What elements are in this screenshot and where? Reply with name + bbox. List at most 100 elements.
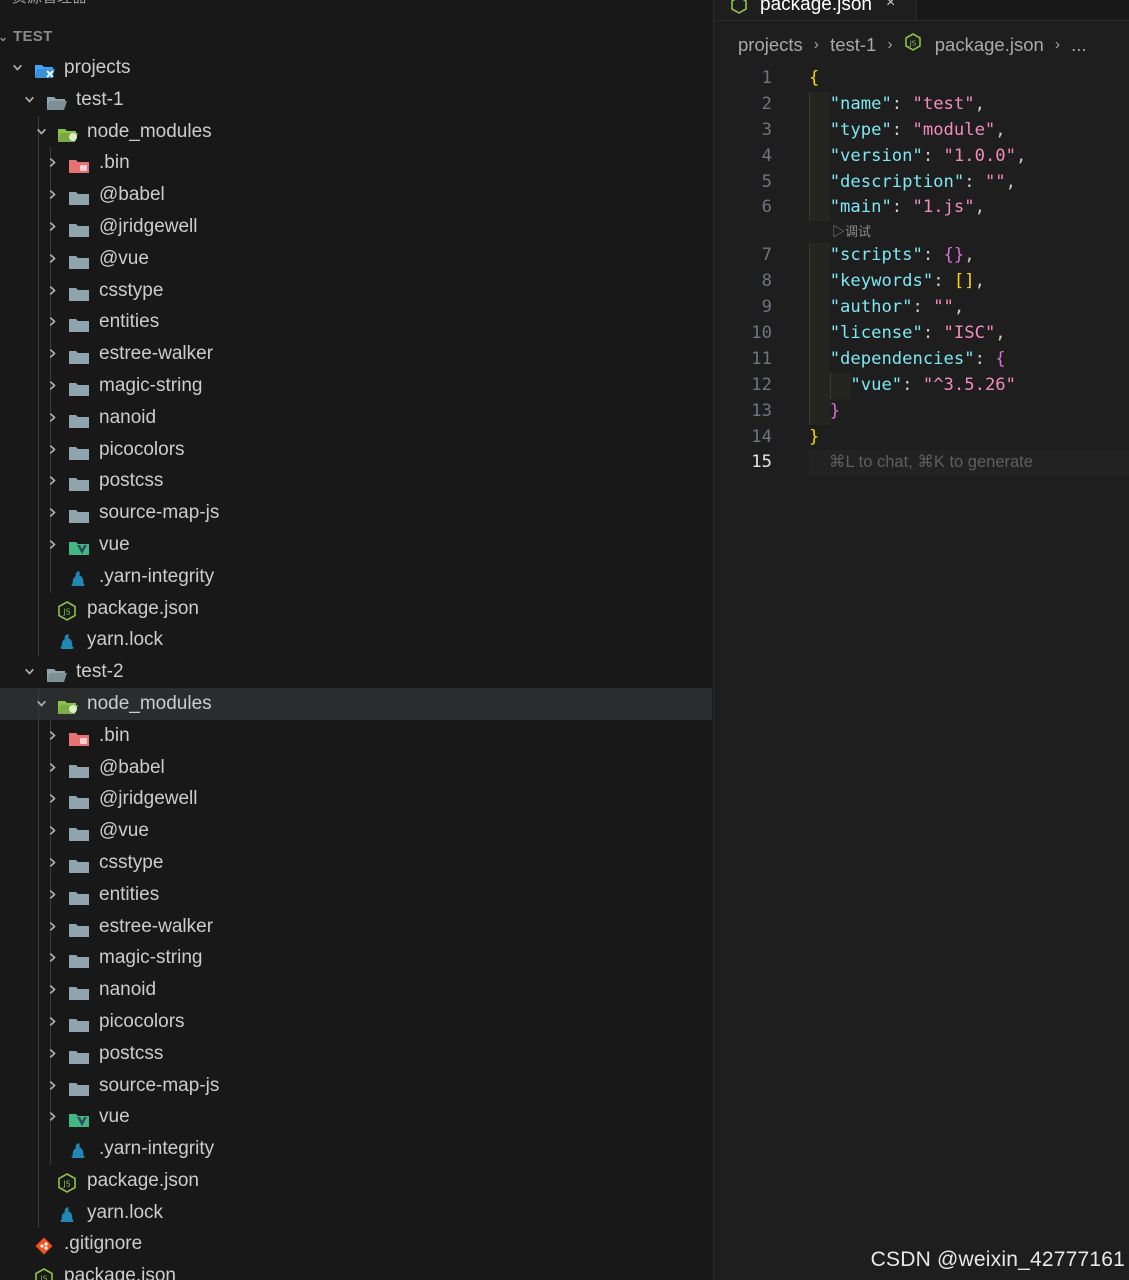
code-line[interactable]: 14} xyxy=(714,425,1129,451)
tree-row-entities[interactable]: entities xyxy=(0,306,712,339)
chevron-right-icon[interactable] xyxy=(47,857,57,867)
codelens-debug[interactable]: ▷调试 xyxy=(714,221,1129,243)
chevron-right-icon[interactable] xyxy=(47,475,57,486)
chevron-right-icon[interactable] xyxy=(47,380,57,390)
chevron-down-icon[interactable] xyxy=(24,94,34,104)
code-line[interactable]: 10 "license": "ISC", xyxy=(714,321,1129,347)
tree-row-babel[interactable]: @babel xyxy=(0,751,712,784)
tab-package-json[interactable]: package.json × xyxy=(714,0,917,20)
code-line[interactable]: 3 "type": "module", xyxy=(714,117,1129,144)
tree-row-vue[interactable]: @vue xyxy=(0,815,712,847)
tree-row-yarn-lock[interactable]: yarn.lock xyxy=(0,1196,712,1229)
tree-row-jridgewell[interactable]: @jridgewell xyxy=(0,210,712,243)
tree-row-nanoid[interactable]: nanoid xyxy=(0,974,712,1006)
tree-row-node-modules[interactable]: node_modules xyxy=(0,115,712,148)
chevron-right-icon[interactable] xyxy=(47,285,57,295)
tree-row-test-2[interactable]: test-2 xyxy=(0,656,712,688)
tree-row-yarn-lock[interactable]: yarn.lock xyxy=(0,624,712,657)
code-line[interactable]: 6 "main": "1.js", xyxy=(714,195,1129,222)
breadcrumb-item-package-json[interactable]: package.json xyxy=(935,31,1044,59)
chevron-right-icon[interactable] xyxy=(47,952,57,963)
chevron-right-icon[interactable] xyxy=(47,189,57,200)
tree-row-bin[interactable]: .bin xyxy=(0,719,712,752)
chevron-right-icon[interactable] xyxy=(47,921,57,931)
breadcrumb-item-projects[interactable]: projects xyxy=(738,31,803,59)
chevron-right-icon[interactable] xyxy=(47,889,57,899)
chevron-right-icon[interactable] xyxy=(47,1080,57,1090)
codelens-debug-label[interactable]: ▷调试 xyxy=(832,221,871,243)
tree-row-csstype[interactable]: csstype xyxy=(0,274,712,307)
tree-row-package-json[interactable]: JS package.json xyxy=(0,592,712,625)
code-line[interactable]: 4 "version": "1.0.0", xyxy=(714,143,1129,170)
breadcrumb-item-test-1[interactable]: test-1 xyxy=(830,31,876,59)
tree-row-package-json[interactable]: JS package.json xyxy=(0,1164,712,1197)
code-line[interactable]: 9 "author": "", xyxy=(714,295,1129,322)
code-line[interactable]: 1{ xyxy=(714,66,1129,92)
tree-row-entities[interactable]: entities xyxy=(0,878,712,911)
tree-row-node-modules[interactable]: node_modules xyxy=(0,687,712,720)
tree-row-bin[interactable]: .bin xyxy=(0,147,712,180)
editor-pane: package.json × projects › test-1 › JS pa… xyxy=(713,0,1129,1280)
code-line[interactable]: 13 } xyxy=(714,398,1129,425)
chevron-right-icon[interactable] xyxy=(47,730,57,740)
tree-row-estree-walker[interactable]: estree-walker xyxy=(0,338,712,370)
chevron-right-icon[interactable] xyxy=(47,1048,57,1058)
code-area[interactable]: 1{2 "name": "test", 3 "type": "module", 4 … xyxy=(714,66,1129,477)
chevron-right-icon[interactable] xyxy=(47,1111,57,1122)
tree-row-jridgewell[interactable]: @jridgewell xyxy=(0,783,712,816)
chevron-right-icon[interactable] xyxy=(47,762,57,772)
code-text: } xyxy=(809,399,840,425)
chevron-down-icon[interactable] xyxy=(36,126,46,136)
chevron-right-icon[interactable] xyxy=(47,825,57,836)
tree-row-vue[interactable]: vue xyxy=(0,1101,712,1134)
breadcrumb-item-more[interactable]: ... xyxy=(1071,31,1086,59)
chevron-down-icon[interactable] xyxy=(12,62,22,72)
chevron-right-icon[interactable] xyxy=(47,253,57,263)
chevron-right-icon[interactable] xyxy=(47,507,57,518)
code-line[interactable]: 12 "vue": "^3.5.26" xyxy=(714,372,1129,399)
tree-row-yarn-integrity[interactable]: .yarn-integrity xyxy=(0,560,712,593)
code-line[interactable]: 8 "keywords": [], xyxy=(714,269,1129,296)
tree-row-gitignore[interactable]: .gitignore xyxy=(0,1228,712,1260)
code-line[interactable]: 2 "name": "test", xyxy=(714,91,1129,118)
tree-row-vue[interactable]: vue xyxy=(0,528,712,561)
tree-row-magic-string[interactable]: magic-string xyxy=(0,942,712,975)
tree-row-yarn-integrity[interactable]: .yarn-integrity xyxy=(0,1133,712,1165)
chevron-right-icon[interactable] xyxy=(47,539,57,549)
line-number: 11 xyxy=(751,348,772,369)
chevron-right-icon[interactable] xyxy=(47,412,57,422)
chevron-down-icon[interactable] xyxy=(36,698,46,708)
folder-node-modules-icon xyxy=(57,695,79,714)
tree-row-nanoid[interactable]: nanoid xyxy=(0,401,712,434)
chevron-right-icon[interactable] xyxy=(47,1016,57,1026)
tree-row-test-1[interactable]: test-1 xyxy=(0,84,712,116)
tree-row-projects[interactable]: projects xyxy=(0,52,712,84)
chevron-right-icon[interactable] xyxy=(47,316,57,327)
chevron-right-icon[interactable] xyxy=(47,221,57,231)
code-token: "main" xyxy=(829,197,892,218)
tree-row-picocolors[interactable]: picocolors xyxy=(0,1005,712,1038)
close-icon[interactable]: × xyxy=(886,0,895,12)
yarn-icon xyxy=(68,1140,90,1159)
tree-row-csstype[interactable]: csstype xyxy=(0,846,712,879)
code-line[interactable]: 15 ⌘L to chat, ⌘K to generate xyxy=(714,450,1129,477)
chevron-right-icon[interactable] xyxy=(47,984,57,995)
code-line[interactable]: 7 "scripts": {}, xyxy=(714,243,1129,270)
tree-row-babel[interactable]: @babel xyxy=(0,179,712,211)
chevron-right-icon[interactable] xyxy=(47,157,57,168)
tree-row-estree-walker[interactable]: estree-walker xyxy=(0,910,712,943)
tree-row-postcss[interactable]: postcss xyxy=(0,465,712,498)
chevron-right-icon[interactable] xyxy=(47,348,57,359)
chevron-right-icon[interactable] xyxy=(47,444,57,454)
tree-row-package-json[interactable]: JS package.json xyxy=(0,1260,712,1280)
chevron-down-icon[interactable] xyxy=(24,666,34,676)
code-line[interactable]: 11 "dependencies": { xyxy=(714,346,1129,373)
tree-row-magic-string[interactable]: magic-string xyxy=(0,369,712,402)
tree-row-source-map-js[interactable]: source-map-js xyxy=(0,1069,712,1102)
tree-row-vue[interactable]: @vue xyxy=(0,242,712,275)
tree-row-postcss[interactable]: postcss xyxy=(0,1037,712,1070)
chevron-right-icon[interactable] xyxy=(47,793,57,804)
tree-row-picocolors[interactable]: picocolors xyxy=(0,433,712,466)
tree-row-source-map-js[interactable]: source-map-js xyxy=(0,497,712,529)
code-line[interactable]: 5 "description": "", xyxy=(714,169,1129,196)
